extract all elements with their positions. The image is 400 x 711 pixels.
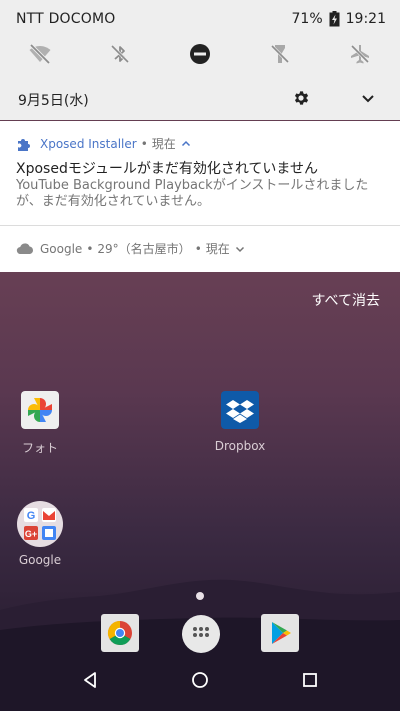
app-drawer-icon[interactable] xyxy=(181,614,221,654)
back-icon[interactable] xyxy=(80,670,100,690)
cloud-icon xyxy=(16,242,34,254)
airplane-mode-off-icon[interactable] xyxy=(348,42,372,66)
chevron-up-icon[interactable] xyxy=(181,139,191,149)
notification-body: YouTube Background Playbackがインストールされました … xyxy=(16,178,388,210)
chrome-icon[interactable] xyxy=(101,614,139,652)
home-icon[interactable] xyxy=(190,670,210,690)
settings-gear-icon[interactable] xyxy=(292,89,310,107)
clear-all-button[interactable]: すべて消去 xyxy=(312,290,380,310)
notification-google-weather[interactable]: Google • 29°（名古屋市） • 現在 xyxy=(0,226,400,272)
date-text: 9月5日(水) xyxy=(18,93,89,109)
notification-header: Xposed Installer • 現在 xyxy=(16,135,191,152)
dropbox-icon xyxy=(221,391,259,429)
notification-body-line-1: YouTube Background Playbackがインストールされました xyxy=(16,178,369,193)
do-not-disturb-icon[interactable] xyxy=(188,42,212,66)
notification-app-name: Google xyxy=(40,241,83,256)
status-bar: NTT DOCOMO 71% 19:21 xyxy=(0,0,400,38)
bluetooth-off-icon[interactable] xyxy=(108,42,132,66)
carrier-name: NTT DOCOMO xyxy=(16,11,116,27)
quick-settings-row xyxy=(0,38,400,72)
play-store-icon[interactable] xyxy=(261,614,299,652)
clock: 19:21 xyxy=(345,11,386,27)
app-label-google: Google xyxy=(18,553,62,567)
notification-header: Google • 29°（名古屋市） • 現在 xyxy=(16,240,245,257)
app-label-dropbox: Dropbox xyxy=(214,439,266,453)
page-indicator-dot xyxy=(196,592,204,600)
battery-percent: 71% xyxy=(291,11,323,27)
expand-chevron-icon[interactable] xyxy=(360,90,376,106)
quick-settings-panel: NTT DOCOMO 71% 19:21 9月5日(水) xyxy=(0,0,400,120)
notification-time: 現在 xyxy=(205,242,230,256)
recents-icon[interactable] xyxy=(300,670,320,690)
date-row: 9月5日(水) xyxy=(0,82,400,114)
puzzle-piece-icon xyxy=(18,138,30,151)
flashlight-off-icon[interactable] xyxy=(268,42,292,66)
chevron-down-icon[interactable] xyxy=(235,244,245,254)
app-label-photos: フォト xyxy=(21,441,58,455)
battery-charging-icon xyxy=(329,11,340,27)
notification-body-line-2: が、まだ有効化されていません。 xyxy=(16,194,210,209)
svg-text:G+: G+ xyxy=(25,529,37,539)
photos-icon xyxy=(21,391,59,429)
notification-xposed[interactable]: Xposed Installer • 現在 Xposedモジュールがまだ有効化さ… xyxy=(0,121,400,225)
wifi-off-icon[interactable] xyxy=(28,42,52,66)
notification-time: 現在 xyxy=(151,137,176,151)
weather-detail: 29°（名古屋市） xyxy=(97,242,191,256)
google-folder-icon: G G+ xyxy=(17,501,63,547)
notification-title: Xposedモジュールがまだ有効化されていません xyxy=(16,161,319,177)
svg-text:G: G xyxy=(27,510,36,522)
notification-app-name: Xposed Installer xyxy=(40,136,137,151)
